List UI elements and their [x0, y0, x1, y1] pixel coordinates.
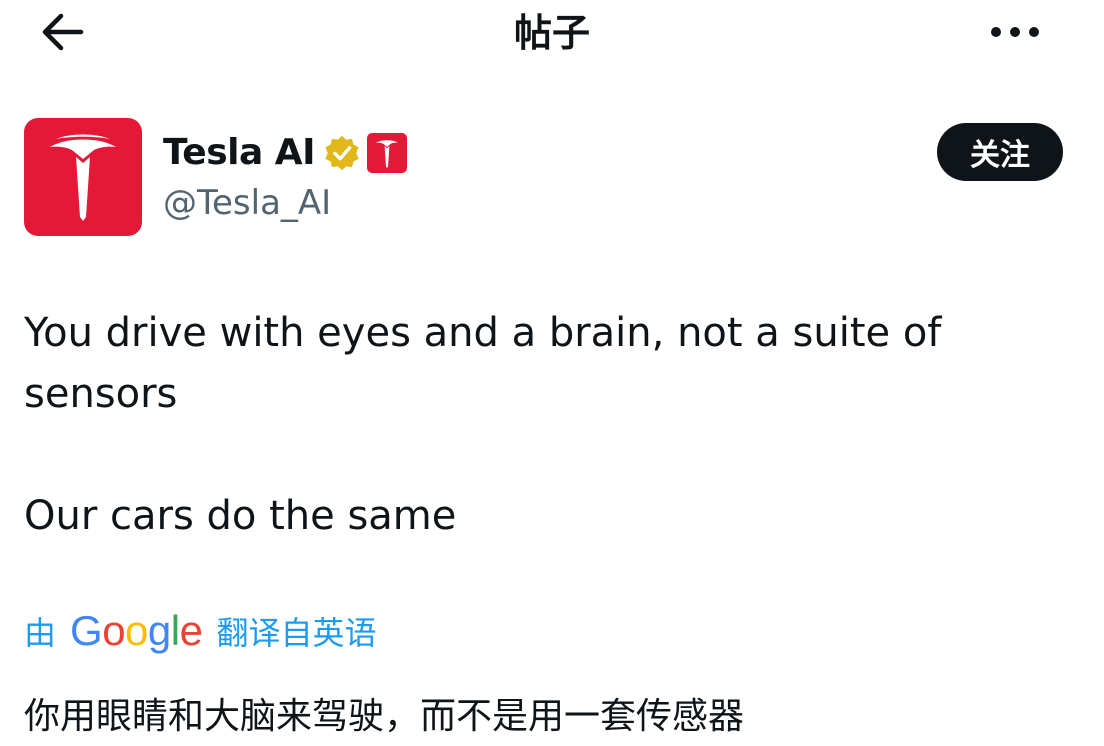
page-title: 帖子 [513, 11, 590, 55]
author-name-row: Tesla AI [163, 128, 408, 178]
affiliate-badge [367, 133, 408, 173]
more-horizontal-icon [990, 26, 1040, 38]
author-display-name[interactable]: Tesla AI [163, 128, 316, 178]
translated-post-text: 你用眼睛和大脑来驾驶，而不是用一套传感器 [24, 696, 745, 737]
translation-attribution[interactable]: 由 Google 翻译自英语 [24, 604, 376, 658]
translation-prefix: 由 [24, 614, 57, 652]
translation-suffix: 翻译自英语 [216, 614, 377, 652]
post-text-line: Our cars do the same [24, 493, 457, 539]
tesla-logo-icon [375, 140, 399, 168]
tesla-logo-icon [50, 134, 116, 221]
more-options-button[interactable] [980, 10, 1050, 54]
author-handle[interactable]: @Tesla_AI [163, 180, 331, 226]
verified-badge-icon [325, 135, 359, 171]
post-text-line: You drive with eyes and a brain, not a s… [24, 310, 942, 356]
follow-button[interactable]: 关注 [937, 123, 1063, 181]
post-body: You drive with eyes and a brain, not a s… [24, 303, 1074, 547]
avatar[interactable] [24, 118, 142, 236]
google-logo: Google [70, 607, 203, 654]
top-bar: 帖子 [0, 0, 1104, 70]
post-text-line: sensors [24, 371, 178, 417]
